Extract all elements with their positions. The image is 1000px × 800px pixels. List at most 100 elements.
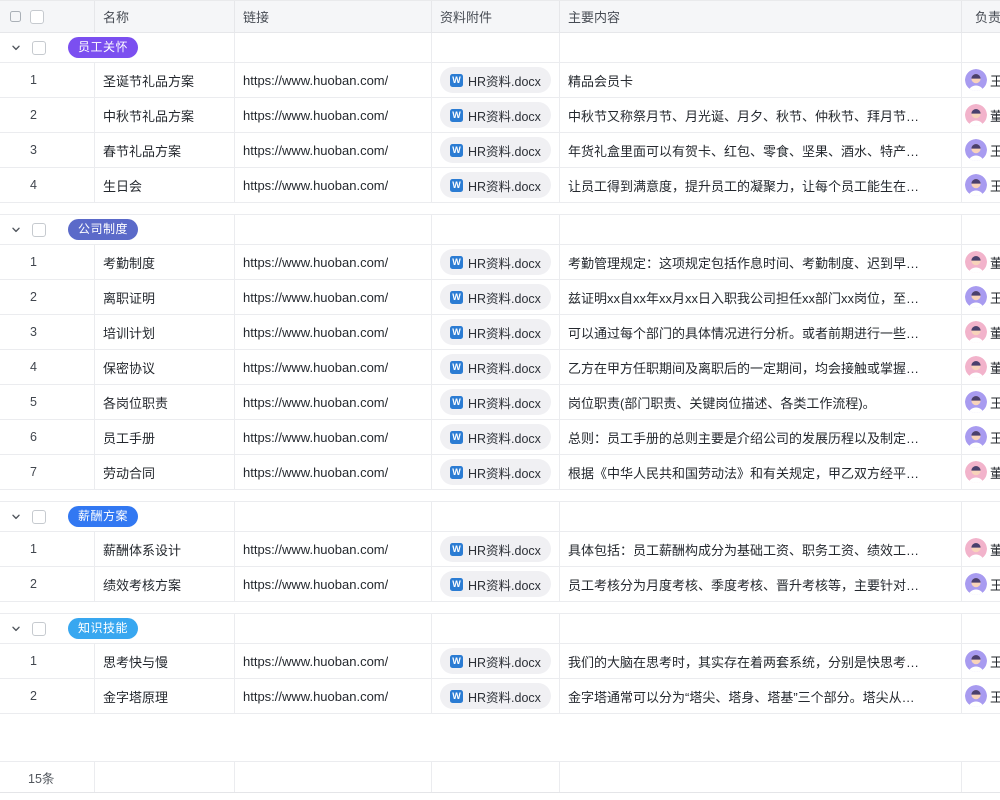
row-index-cell[interactable]: 2: [0, 567, 95, 601]
attachment-cell[interactable]: WHR资料.docx: [432, 455, 560, 489]
row-index-cell[interactable]: 2: [0, 98, 95, 132]
content-cell[interactable]: 总则：员工手册的总则主要是介绍公司的发展历程以及制定…: [560, 420, 962, 454]
attachment-chip[interactable]: WHR资料.docx: [440, 683, 551, 709]
name-cell[interactable]: 绩效考核方案: [95, 567, 235, 601]
owner-cell[interactable]: 王: [962, 133, 1000, 167]
owner-cell[interactable]: 王: [962, 280, 1000, 314]
content-cell[interactable]: 具体包括：员工薪酬构成分为基础工资、职务工资、绩效工…: [560, 532, 962, 566]
name-cell[interactable]: 员工手册: [95, 420, 235, 454]
attachment-cell[interactable]: WHR资料.docx: [432, 385, 560, 419]
row-index-cell[interactable]: 1: [0, 644, 95, 678]
link-cell[interactable]: https://www.huoban.com/: [235, 280, 432, 314]
name-cell[interactable]: 培训计划: [95, 315, 235, 349]
name-cell[interactable]: 金字塔原理: [95, 679, 235, 713]
chevron-down-icon[interactable]: [10, 43, 22, 53]
attachment-cell[interactable]: WHR资料.docx: [432, 679, 560, 713]
group-select-checkbox[interactable]: [32, 223, 46, 237]
content-cell[interactable]: 根据《中华人民共和国劳动法》和有关规定，甲乙双方经平…: [560, 455, 962, 489]
owner-cell[interactable]: 董: [962, 245, 1000, 279]
owner-cell[interactable]: 董: [962, 98, 1000, 132]
attachment-chip[interactable]: WHR资料.docx: [440, 389, 551, 415]
owner-cell[interactable]: 王: [962, 679, 1000, 713]
name-cell[interactable]: 各岗位职责: [95, 385, 235, 419]
row-index-cell[interactable]: 3: [0, 133, 95, 167]
link-cell[interactable]: https://www.huoban.com/: [235, 245, 432, 279]
name-cell[interactable]: 春节礼品方案: [95, 133, 235, 167]
attachment-chip[interactable]: WHR资料.docx: [440, 648, 551, 674]
attachment-chip[interactable]: WHR资料.docx: [440, 571, 551, 597]
name-cell[interactable]: 保密协议: [95, 350, 235, 384]
attachment-cell[interactable]: WHR资料.docx: [432, 245, 560, 279]
link-cell[interactable]: https://www.huoban.com/: [235, 98, 432, 132]
row-index-cell[interactable]: 5: [0, 385, 95, 419]
chevron-down-icon[interactable]: [10, 512, 22, 522]
attachment-chip[interactable]: WHR资料.docx: [440, 249, 551, 275]
content-cell[interactable]: 金字塔通常可以分为“塔尖、塔身、塔基”三个部分。塔尖从…: [560, 679, 962, 713]
row-index-cell[interactable]: 7: [0, 455, 95, 489]
row-index-cell[interactable]: 2: [0, 679, 95, 713]
attachment-cell[interactable]: WHR资料.docx: [432, 567, 560, 601]
attachment-cell[interactable]: WHR资料.docx: [432, 532, 560, 566]
content-cell[interactable]: 精品会员卡: [560, 63, 962, 97]
attachment-chip[interactable]: WHR资料.docx: [440, 354, 551, 380]
group-select-checkbox[interactable]: [32, 622, 46, 636]
attachment-cell[interactable]: WHR资料.docx: [432, 98, 560, 132]
attachment-cell[interactable]: WHR资料.docx: [432, 644, 560, 678]
column-header-name[interactable]: 名称: [95, 1, 235, 32]
owner-cell[interactable]: 王: [962, 420, 1000, 454]
group-select-checkbox[interactable]: [32, 41, 46, 55]
link-cell[interactable]: https://www.huoban.com/: [235, 63, 432, 97]
link-cell[interactable]: https://www.huoban.com/: [235, 168, 432, 202]
link-cell[interactable]: https://www.huoban.com/: [235, 455, 432, 489]
row-index-cell[interactable]: 1: [0, 63, 95, 97]
link-cell[interactable]: https://www.huoban.com/: [235, 644, 432, 678]
owner-cell[interactable]: 董: [962, 532, 1000, 566]
content-cell[interactable]: 乙方在甲方任职期间及离职后的一定期间，均会接触或掌握…: [560, 350, 962, 384]
column-header-content[interactable]: 主要内容: [560, 1, 962, 32]
attachment-cell[interactable]: WHR资料.docx: [432, 280, 560, 314]
content-cell[interactable]: 考勤管理规定：这项规定包括作息时间、考勤制度、迟到早…: [560, 245, 962, 279]
row-index-cell[interactable]: 4: [0, 168, 95, 202]
link-cell[interactable]: https://www.huoban.com/: [235, 385, 432, 419]
name-cell[interactable]: 生日会: [95, 168, 235, 202]
content-cell[interactable]: 可以通过每个部门的具体情况进行分析。或者前期进行一些…: [560, 315, 962, 349]
content-cell[interactable]: 年货礼盒里面可以有贺卡、红包、零食、坚果、酒水、特产…: [560, 133, 962, 167]
row-index-cell[interactable]: 6: [0, 420, 95, 454]
row-index-cell[interactable]: 1: [0, 245, 95, 279]
attachment-chip[interactable]: WHR资料.docx: [440, 137, 551, 163]
attachment-chip[interactable]: WHR资料.docx: [440, 102, 551, 128]
row-index-cell[interactable]: 4: [0, 350, 95, 384]
owner-cell[interactable]: 董: [962, 315, 1000, 349]
content-cell[interactable]: 兹证明xx自xx年xx月xx日入职我公司担任xx部门xx岗位，至…: [560, 280, 962, 314]
link-cell[interactable]: https://www.huoban.com/: [235, 350, 432, 384]
attachment-cell[interactable]: WHR资料.docx: [432, 63, 560, 97]
owner-cell[interactable]: 王: [962, 63, 1000, 97]
link-cell[interactable]: https://www.huoban.com/: [235, 679, 432, 713]
owner-cell[interactable]: 董: [962, 455, 1000, 489]
owner-cell[interactable]: 王: [962, 567, 1000, 601]
name-cell[interactable]: 中秋节礼品方案: [95, 98, 235, 132]
row-index-cell[interactable]: 2: [0, 280, 95, 314]
link-cell[interactable]: https://www.huoban.com/: [235, 315, 432, 349]
select-all-checkbox[interactable]: [30, 10, 44, 24]
owner-cell[interactable]: 王: [962, 644, 1000, 678]
owner-cell[interactable]: 王: [962, 168, 1000, 202]
attachment-chip[interactable]: WHR资料.docx: [440, 284, 551, 310]
column-header-owner[interactable]: 负责人: [962, 1, 1000, 32]
attachment-chip[interactable]: WHR资料.docx: [440, 67, 551, 93]
link-cell[interactable]: https://www.huoban.com/: [235, 532, 432, 566]
column-header-link[interactable]: 链接: [235, 1, 432, 32]
link-cell[interactable]: https://www.huoban.com/: [235, 420, 432, 454]
name-cell[interactable]: 薪酬体系设计: [95, 532, 235, 566]
collapse-all-icon[interactable]: [10, 11, 21, 22]
content-cell[interactable]: 让员工得到满意度，提升员工的凝聚力，让每个员工能生在…: [560, 168, 962, 202]
attachment-chip[interactable]: WHR资料.docx: [440, 319, 551, 345]
name-cell[interactable]: 思考快与慢: [95, 644, 235, 678]
attachment-chip[interactable]: WHR资料.docx: [440, 172, 551, 198]
content-cell[interactable]: 中秋节又称祭月节、月光诞、月夕、秋节、仲秋节、拜月节…: [560, 98, 962, 132]
column-header-attachment[interactable]: 资料附件: [432, 1, 560, 32]
row-index-cell[interactable]: 3: [0, 315, 95, 349]
chevron-down-icon[interactable]: [10, 624, 22, 634]
attachment-cell[interactable]: WHR资料.docx: [432, 133, 560, 167]
chevron-down-icon[interactable]: [10, 225, 22, 235]
